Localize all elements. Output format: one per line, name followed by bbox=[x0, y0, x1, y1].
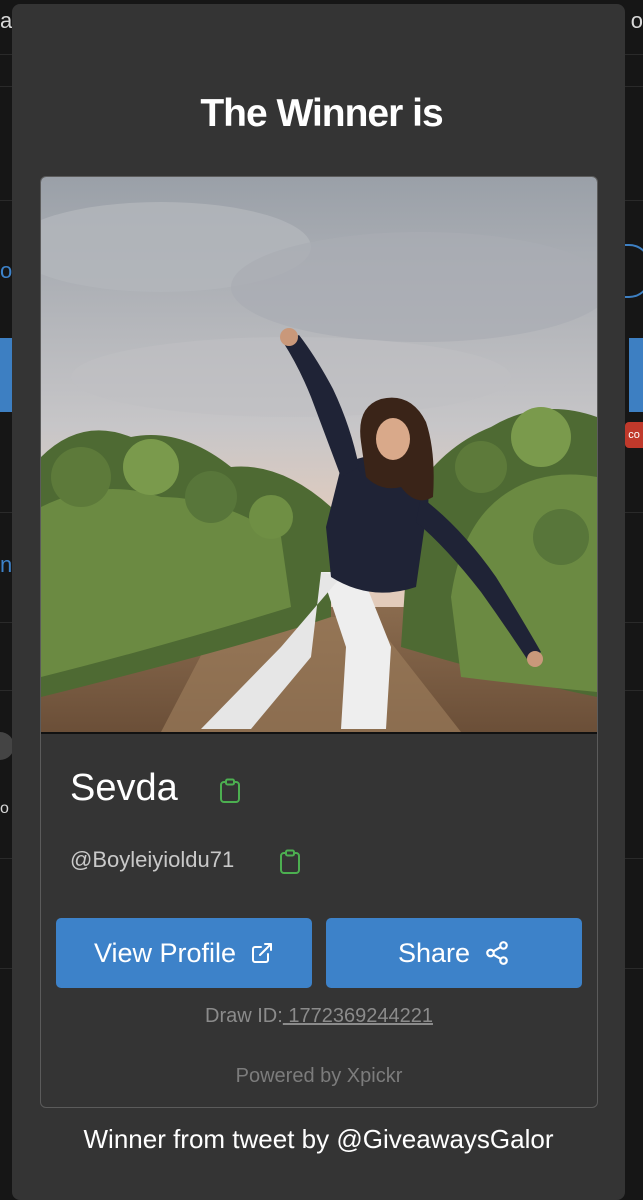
share-icon bbox=[486, 941, 508, 965]
background-text-fragment: n bbox=[0, 552, 13, 577]
background-text-fragment: o bbox=[0, 800, 9, 817]
winner-photo bbox=[41, 177, 597, 734]
powered-by[interactable]: Powered by Xpickr bbox=[41, 1065, 597, 1088]
clipboard-icon[interactable] bbox=[279, 849, 301, 875]
winner-source-text: Winner from tweet by @GiveawaysGalor bbox=[83, 1124, 554, 1154]
view-profile-label: View Profile bbox=[93, 937, 237, 968]
clipboard-icon[interactable] bbox=[219, 778, 241, 804]
winner-name: Sevda bbox=[70, 767, 178, 809]
winner-card: Sevda @Boyleiyioldu71 View Profile Share… bbox=[40, 176, 598, 1108]
background-text-fragment: a bbox=[0, 8, 13, 33]
external-link-icon bbox=[252, 943, 273, 963]
draw-id-link[interactable]: 1772369244221 bbox=[283, 1005, 433, 1027]
draw-id-label: Draw ID: bbox=[205, 1005, 283, 1027]
share-label: Share bbox=[397, 937, 471, 968]
background-text-fragment: o bbox=[630, 8, 643, 33]
winner-handle: @Boyleiyioldu71 bbox=[70, 847, 235, 872]
background-banner-right bbox=[629, 338, 643, 412]
draw-id: Draw ID: 1772369244221 bbox=[41, 1005, 597, 1028]
modal-title: The Winner is bbox=[200, 92, 443, 135]
background-text-fragment: o bbox=[0, 258, 13, 283]
background-badge: co bbox=[625, 422, 643, 448]
share-button[interactable]: Share bbox=[326, 918, 582, 988]
view-profile-button[interactable]: View Profile bbox=[56, 918, 312, 988]
